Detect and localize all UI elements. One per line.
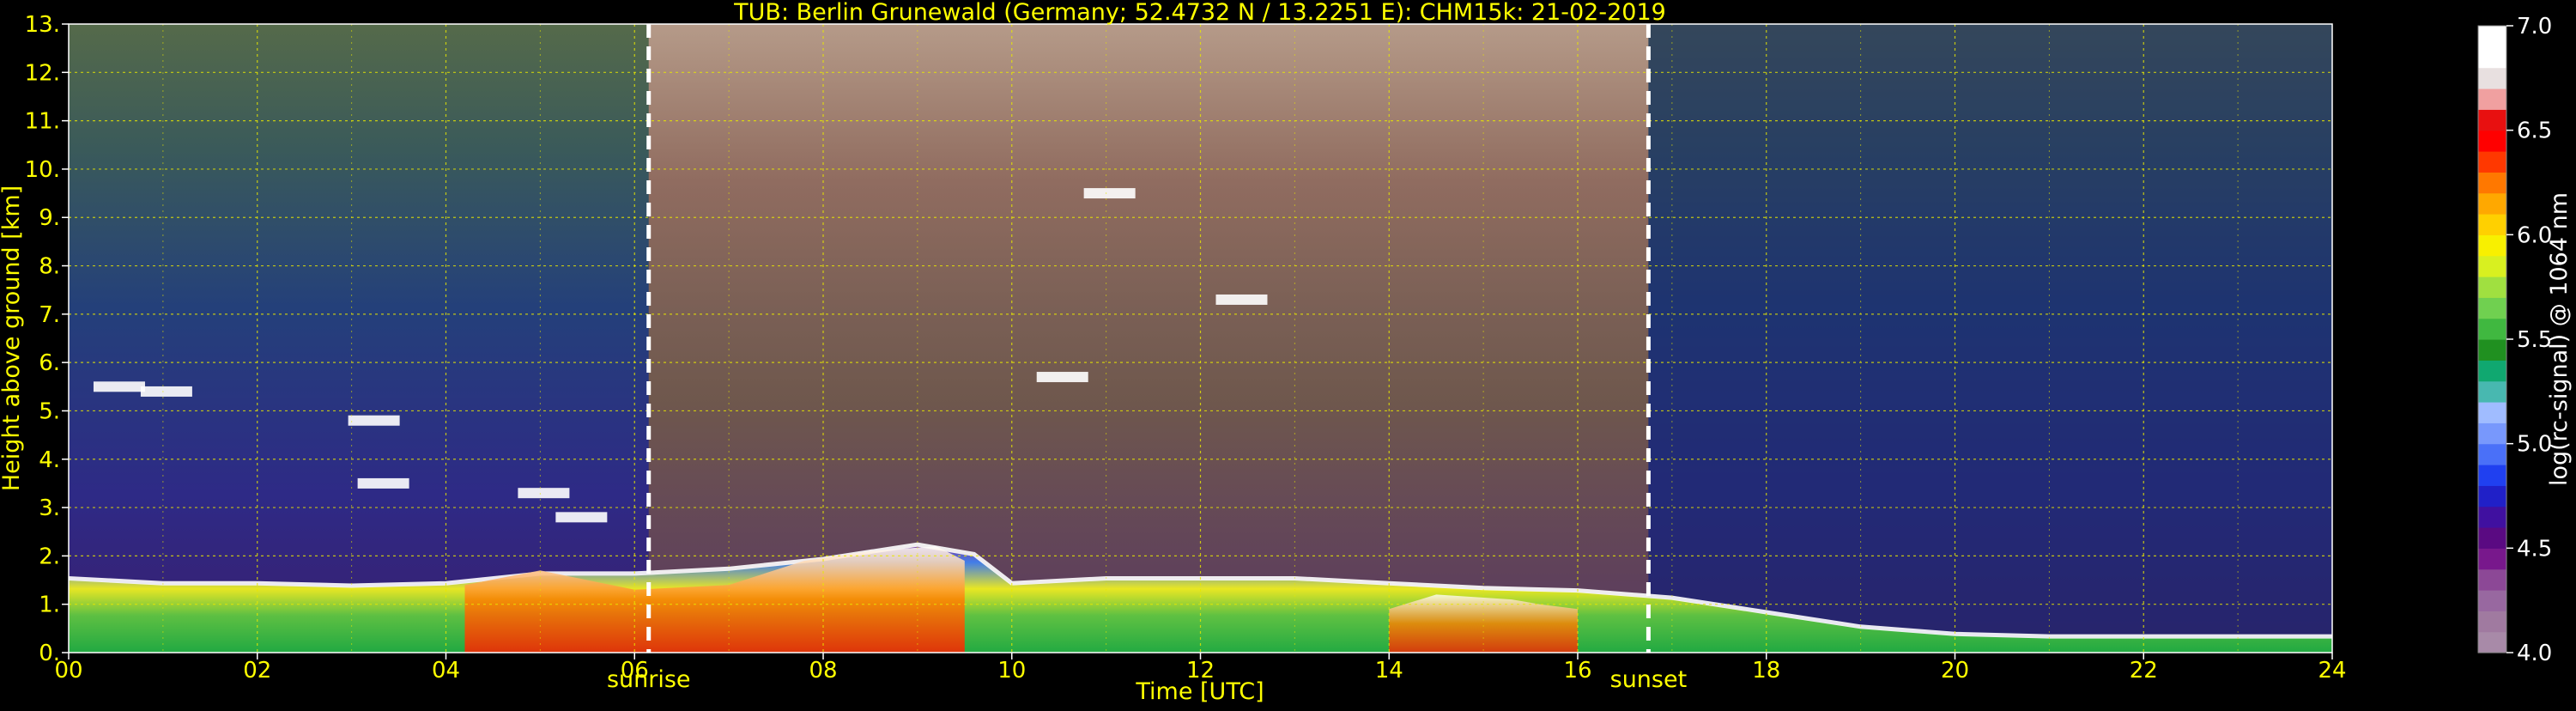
y-tick-label: 10. — [25, 157, 60, 183]
x-tick-label: 08 — [809, 658, 837, 684]
chart-title: TUB: Berlin Grunewald (Germany; 52.4732 … — [733, 0, 1666, 26]
colorbar-segment — [2478, 234, 2506, 257]
y-tick-label: 13. — [25, 12, 60, 38]
colorbar-segment — [2478, 485, 2506, 507]
y-tick-label: 12. — [25, 60, 60, 86]
elevated-layer-mark — [518, 488, 570, 499]
colorbar-tick-label: 4.0 — [2517, 641, 2552, 666]
colorbar-segment — [2478, 88, 2506, 110]
x-tick-label: 16 — [1563, 658, 1591, 684]
colorbar-segment — [2478, 276, 2506, 298]
colorbar-tick-label: 6.5 — [2517, 118, 2552, 144]
colorbar-segment — [2478, 506, 2506, 528]
x-tick-label: 02 — [243, 658, 271, 684]
colorbar-segment — [2478, 465, 2506, 486]
colorbar-segment — [2478, 297, 2506, 319]
colorbar-segment — [2478, 631, 2506, 653]
y-tick-label: 4. — [39, 447, 60, 473]
y-tick-label: 6. — [39, 350, 60, 376]
colorbar-segment — [2478, 172, 2506, 194]
y-axis-ticks: 0. 1. 2. 3. 4. 5. 6. 7. 8. 9. 10. 11. 12. 13. — [25, 12, 69, 666]
colorbar-segment — [2478, 443, 2506, 465]
colorbar-segment — [2478, 380, 2506, 403]
colorbar-segment — [2478, 151, 2506, 173]
colorbar-segment — [2478, 360, 2506, 382]
y-tick-label: 2. — [39, 544, 60, 569]
y-tick-label: 11. — [25, 109, 60, 135]
colorbar-segment — [2478, 402, 2506, 423]
colorbar-segment — [2478, 192, 2506, 215]
colorbar-segment — [2478, 26, 2506, 47]
y-tick-label: 7. — [39, 302, 60, 328]
colorbar — [2478, 26, 2506, 653]
colorbar-tick-label: 7.0 — [2517, 14, 2552, 40]
elevated-layer-mark — [1215, 294, 1268, 305]
elevated-layer-mark — [140, 386, 192, 397]
colorbar-segment — [2478, 590, 2506, 611]
colorbar-segment — [2478, 109, 2506, 131]
x-tick-label: 20 — [1941, 658, 1969, 684]
colorbar-tick-label: 4.5 — [2517, 536, 2552, 562]
x-tick-label: 14 — [1375, 658, 1403, 684]
y-tick-label: 3. — [39, 495, 60, 521]
daytime-noise-field — [648, 24, 1649, 653]
colorbar-segment — [2478, 527, 2506, 549]
x-tick-label: 04 — [432, 658, 460, 684]
ceilometer-chart: sunrise sunset 00 02 04 06 08 10 12 14 16 18 20 22 24… — [0, 0, 2576, 708]
colorbar-segment — [2478, 214, 2506, 235]
annotation-label: sunset — [1610, 666, 1688, 693]
elevated-layer-mark — [1036, 372, 1088, 383]
elevated-layer-mark — [357, 477, 409, 489]
colorbar-segment — [2478, 548, 2506, 570]
y-tick-label: 8. — [39, 254, 60, 280]
elevated-layer-mark — [1083, 188, 1136, 199]
colorbar-segment — [2478, 611, 2506, 633]
colorbar-label: log(rc-signal) @ 1064 nm — [2546, 192, 2573, 486]
x-tick-label: 24 — [2318, 658, 2346, 684]
x-tick-label: 10 — [997, 658, 1026, 684]
x-tick-label: 06 — [621, 658, 649, 684]
elevated-layer-mark — [555, 512, 608, 523]
y-tick-label: 5. — [39, 398, 60, 424]
y-axis-label: Height above ground [km] — [0, 185, 25, 491]
y-tick-label: 0. — [39, 641, 60, 666]
colorbar-segment — [2478, 568, 2506, 591]
chart-svg: sunrise sunset 00 02 04 06 08 10 12 14 16 18 20 22 24… — [0, 0, 2573, 705]
x-tick-label: 22 — [2130, 658, 2158, 684]
elevated-layer-mark — [93, 381, 145, 392]
colorbar-segment — [2478, 46, 2506, 69]
colorbar-segment — [2478, 339, 2506, 361]
colorbar-segment — [2478, 67, 2506, 89]
x-axis-label: Time [UTC] — [1135, 678, 1264, 705]
colorbar-segment — [2478, 255, 2506, 277]
elevated-layer-mark — [348, 415, 400, 426]
night-noise-field — [1648, 24, 2332, 653]
x-tick-label: 18 — [1752, 658, 1780, 684]
y-tick-label: 9. — [39, 205, 60, 231]
y-tick-label: 1. — [39, 592, 60, 618]
colorbar-segment — [2478, 422, 2506, 445]
colorbar-segment — [2478, 318, 2506, 340]
colorbar-segment — [2478, 130, 2506, 152]
